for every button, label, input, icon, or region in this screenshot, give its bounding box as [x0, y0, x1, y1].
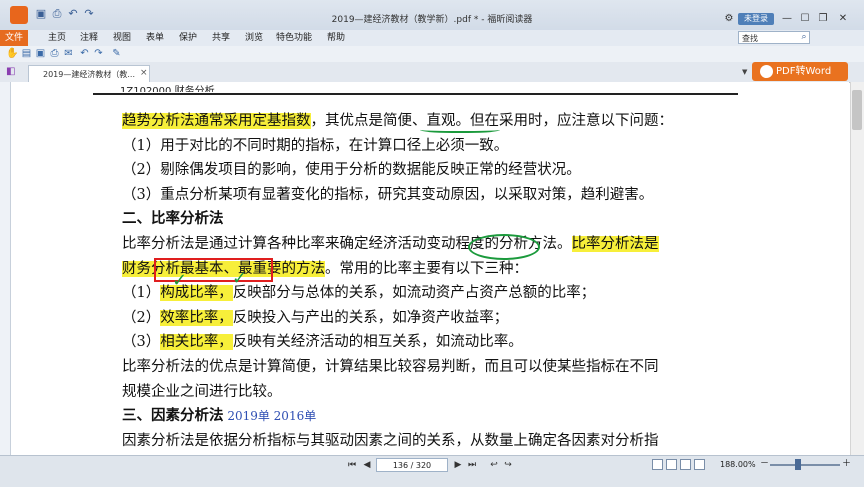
left-sidebar[interactable]: [0, 82, 11, 455]
forward-view-icon[interactable]: ↪: [502, 459, 514, 471]
undo-icon[interactable]: ↶: [78, 47, 91, 60]
redo-icon[interactable]: ↷: [82, 7, 96, 21]
text-segment: （3）: [122, 334, 161, 351]
login-button[interactable]: 未登录: [738, 13, 774, 25]
open-icon[interactable]: ▤: [20, 47, 33, 60]
text-segment: （2）: [122, 309, 161, 326]
menu-annotate[interactable]: 注释: [80, 31, 98, 45]
text-segment: 三、因素分析法: [122, 407, 224, 425]
green-circle-annotation[interactable]: [468, 234, 540, 260]
close-window-icon[interactable]: ✕: [836, 12, 850, 26]
text-segment: 比率分析法的优点是计算简便，计算结果比较容易判断，而且可以使某些指标在不同: [122, 359, 659, 375]
search-icon[interactable]: ⌕: [798, 31, 810, 44]
page-number-field[interactable]: 136 / 320: [376, 458, 448, 472]
zoom-out-icon[interactable]: －: [760, 458, 770, 470]
save-icon[interactable]: ▣: [34, 7, 48, 21]
facing-view-icon[interactable]: [680, 459, 691, 470]
next-page-icon[interactable]: ▶: [452, 459, 464, 471]
print-icon[interactable]: ⎙: [50, 7, 64, 21]
text-segment: 二、比率分析法: [122, 210, 224, 228]
text-segment: 反映有关经济活动的相互关系，如流动比率。: [232, 334, 523, 351]
text-segment: （3）重点分析某项有显著变化的指标，研究其变动原因，以采取对策，趋利避害。: [122, 186, 654, 203]
text-segment: 趋势分析法通常采用定基指数: [122, 113, 311, 129]
save-icon[interactable]: ▣: [34, 47, 47, 60]
zoom-in-icon[interactable]: ＋: [842, 458, 852, 470]
menu-file[interactable]: 文件: [0, 30, 28, 46]
vertical-scrollbar[interactable]: [850, 82, 864, 455]
last-page-icon[interactable]: ⏭: [466, 459, 478, 471]
menu-view[interactable]: 视图: [113, 31, 131, 45]
document-line: （3）重点分析某项有显著变化的指标，研究其变动原因，以采取对策，趋利避害。: [122, 184, 653, 206]
scroll-thumb[interactable]: [852, 90, 862, 130]
menu-features[interactable]: 特色功能: [276, 31, 312, 45]
minimize-icon[interactable]: —: [780, 12, 794, 26]
back-view-icon[interactable]: ↩: [488, 459, 500, 471]
document-line: 比率分析法的优点是计算简便，计算结果比较容易判断，而且可以使某些指标在不同: [122, 356, 659, 378]
redo-icon[interactable]: ↷: [92, 47, 105, 60]
document-line: （1）用于对比的不同时期的指标，在计算口径上必须一致。: [122, 135, 508, 157]
single-page-view-icon[interactable]: [652, 459, 663, 470]
document-line: 规模企业之间进行比较。: [122, 381, 282, 403]
menu-share[interactable]: 共享: [212, 31, 230, 45]
document-line: 三、因素分析法 2019单 2016单: [122, 405, 316, 427]
header-rule: [93, 93, 738, 95]
stamp-icon[interactable]: ✎: [110, 47, 123, 60]
green-check-annotation[interactable]: ✓: [172, 270, 187, 291]
restore-icon[interactable]: ☐: [798, 12, 812, 26]
tab-document[interactable]: 2019—建经济教材（教...: [28, 65, 150, 82]
email-icon[interactable]: ✉: [62, 47, 75, 60]
text-segment: （2）剔除偶发项目的影响，使用于分析的数据能反映正常的经营状况。: [122, 162, 581, 179]
document-line: 因素分析法是依据分析指标与其驱动因素之间的关系，从数量上确定各因素对分析指: [122, 430, 659, 452]
document-line: （2）效率比率，反映投入与产出的关系，如净资产收益率；: [122, 307, 508, 329]
green-check-annotation-2[interactable]: ✓: [232, 268, 247, 289]
text-segment: 反映部分与总体的关系，如流动资产占资产总额的比率；: [232, 285, 596, 302]
text-segment: （1）: [122, 285, 161, 302]
document-line: （1）构成比率，反映部分与总体的关系，如流动资产占资产总额的比率；: [122, 282, 595, 304]
undo-icon[interactable]: ↶: [66, 7, 80, 21]
document-line: （3）相关比率，反映有关经济活动的相互关系，如流动比率。: [122, 331, 523, 353]
cover-view-icon[interactable]: [694, 459, 705, 470]
continuous-view-icon[interactable]: [666, 459, 677, 470]
sidebar-toggle-icon[interactable]: ◧: [6, 66, 18, 78]
menu-help[interactable]: 帮助: [327, 31, 345, 45]
document-line: 趋势分析法通常采用定基指数，其优点是简便、直观。但在采用时，应注意以下问题：: [122, 110, 673, 132]
zoom-slider-knob[interactable]: [795, 459, 801, 470]
quick-toolbar: [0, 46, 864, 63]
document-line: 比率分析法是通过计算各种比率来确定经济活动变动程度的分析方法。比率分析法是: [122, 233, 659, 255]
document-line: 二、比率分析法: [122, 208, 224, 230]
menu-browse[interactable]: 浏览: [245, 31, 263, 45]
menu-protect[interactable]: 保护: [179, 31, 197, 45]
settings-icon[interactable]: ⚙: [722, 12, 736, 26]
text-segment: 规模企业之间进行比较。: [122, 383, 282, 400]
tab-dropdown-icon[interactable]: ▼: [742, 66, 752, 78]
text-segment: （1）用于对比的不同时期的指标，在计算口径上必须一致。: [122, 137, 509, 154]
text-segment: 因素分析法是依据分析指标与其驱动因素之间的关系，从数量上确定各因素对分析指: [122, 432, 659, 449]
prev-page-icon[interactable]: ◀: [361, 459, 373, 471]
menu-home[interactable]: 主页: [48, 31, 66, 45]
text-segment: 比率分析法是: [571, 236, 659, 252]
text-segment: 效率比率，: [160, 309, 233, 326]
maximize-icon[interactable]: ❐: [816, 12, 830, 26]
first-page-icon[interactable]: ⏮: [346, 459, 358, 471]
menu-form[interactable]: 表单: [146, 31, 164, 45]
hand-tool-icon[interactable]: ✋: [6, 47, 19, 60]
print-icon[interactable]: ⎙: [48, 47, 61, 60]
pdf-word-logo-icon: [760, 65, 773, 78]
zoom-level[interactable]: 188.00%: [720, 459, 756, 471]
zoom-slider[interactable]: [770, 464, 840, 466]
text-segment: 反映投入与产出的关系，如净资产收益率；: [232, 309, 509, 326]
page-header: 1Z102000 财务分析: [120, 86, 215, 92]
text-segment: 。常用的比率主要有以下三种：: [325, 260, 528, 277]
close-tab-icon[interactable]: ×: [140, 66, 150, 80]
green-underline-annotation[interactable]: [420, 125, 500, 133]
text-segment: 相关比率，: [160, 334, 233, 351]
pdf-to-word-label: PDF转Word: [776, 66, 832, 77]
document-line: （2）剔除偶发项目的影响，使用于分析的数据能反映正常的经营状况。: [122, 159, 581, 181]
text-segment: 2019单 2016单: [223, 409, 317, 424]
